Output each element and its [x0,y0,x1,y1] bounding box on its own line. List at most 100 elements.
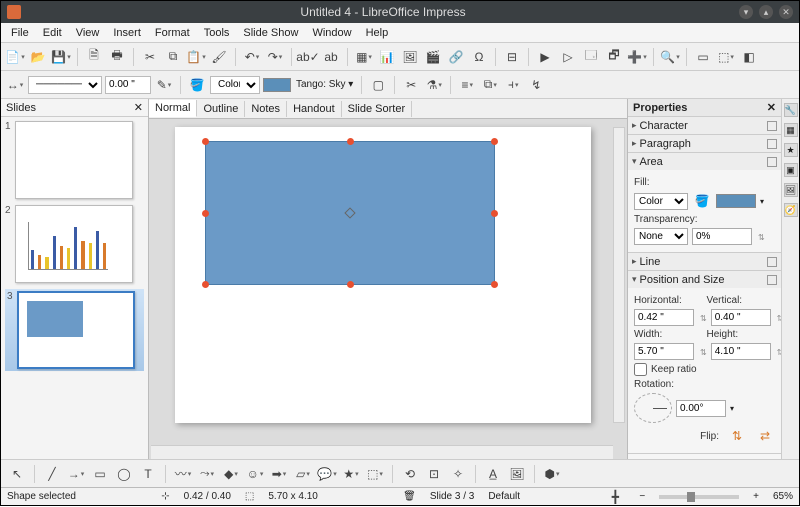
line-tool[interactable]: ╱ [42,464,62,484]
start-show-button[interactable]: ▶ [535,47,555,67]
fill-color-swatch[interactable] [716,194,756,208]
resize-handle[interactable] [202,210,209,217]
start-current-button[interactable]: ▷ [558,47,578,67]
display-views-button[interactable]: ▭ [693,47,713,67]
minimize-button[interactable]: ▾ [739,5,753,19]
shadow-toggle[interactable]: ▢ [368,75,388,95]
slides-panel-close[interactable]: ✕ [134,101,143,114]
section-paragraph[interactable]: ▸Paragraph [628,135,781,152]
tab-outline[interactable]: Outline [197,101,245,117]
section-character[interactable]: ▸Character [628,117,781,134]
3d-button[interactable]: ⬚ [716,47,736,67]
sidebar-navigator-icon[interactable]: 🧭 [784,203,798,217]
tab-normal[interactable]: Normal [149,100,197,117]
crop-button[interactable]: ✂ [401,75,421,95]
redo-button[interactable]: ↷ [265,47,285,67]
section-line[interactable]: ▸Line [628,253,781,270]
new-button[interactable]: 📄 [5,47,25,67]
resize-handle[interactable] [202,281,209,288]
close-button[interactable]: ✕ [779,5,793,19]
menu-edit[interactable]: Edit [37,25,68,41]
paste-button[interactable]: 📋 [186,47,206,67]
rectangle-tool[interactable]: ▭ [90,464,110,484]
menu-file[interactable]: File [5,25,35,41]
pos-vertical[interactable] [711,309,771,326]
stars-tool[interactable]: ★ [341,464,361,484]
text-tool[interactable]: T [138,464,158,484]
flip-horizontal-button[interactable]: ⇄ [755,426,775,446]
zoom-value[interactable]: 65% [773,491,793,502]
fontwork-tool[interactable]: A̲ [483,464,503,484]
menu-view[interactable]: View [70,25,106,41]
clone-formatting-button[interactable]: 🖌 [209,47,229,67]
basic-shapes-tool[interactable]: ◆ [221,464,241,484]
select-tool[interactable]: ↖ [7,464,27,484]
arrange-button[interactable]: ⧉ [480,75,500,95]
insert-image-tool[interactable]: 🖼 [507,464,527,484]
tab-handout[interactable]: Handout [287,101,342,117]
resize-handle[interactable] [491,281,498,288]
sidebar-animation-icon[interactable]: ★ [784,143,798,157]
resize-handle[interactable] [491,138,498,145]
hyperlink-button[interactable]: 🔗 [446,47,466,67]
horizontal-scrollbar[interactable] [151,445,613,459]
menu-window[interactable]: Window [306,25,357,41]
slide-thumb-2[interactable]: 2 [5,205,144,283]
cut-button[interactable]: ✂ [140,47,160,67]
section-area[interactable]: ▾Area [628,153,781,170]
fill-bucket-icon[interactable]: 🪣 [692,191,712,211]
resize-handle[interactable] [347,281,354,288]
export-pdf-button[interactable]: 🗎 [84,47,104,67]
ellipse-tool[interactable]: ◯ [114,464,134,484]
properties-close[interactable]: ✕ [767,101,776,114]
open-button[interactable]: 📂 [28,47,48,67]
line-width-field[interactable] [105,76,151,94]
selected-rectangle-shape[interactable] [205,141,495,285]
media-button[interactable]: 🎬 [423,47,443,67]
resize-handle[interactable] [491,210,498,217]
autospell-button[interactable]: ab [321,47,341,67]
menu-insert[interactable]: Insert [107,25,147,41]
chart-button[interactable]: 📊 [377,47,397,67]
sidebar-master-icon[interactable]: ▦ [784,123,798,137]
sidebar-gallery-icon[interactable]: 🖼 [784,183,798,197]
curve-tool[interactable]: 〰 [173,464,193,484]
center-handle[interactable] [344,207,355,218]
menu-slideshow[interactable]: Slide Show [237,25,304,41]
vertical-scrollbar[interactable] [613,127,625,423]
rotation-dial[interactable] [634,393,672,423]
sidebar-properties-icon[interactable]: 🔧 [784,103,798,117]
line-arrow-tool[interactable]: → [66,464,86,484]
size-width[interactable] [634,343,694,360]
menu-help[interactable]: Help [360,25,395,41]
sidebar-transition-icon[interactable]: ▣ [784,163,798,177]
transparency-value[interactable] [692,228,752,245]
pos-horizontal[interactable] [634,309,694,326]
block-arrows-tool[interactable]: ➡ [269,464,289,484]
spellcheck-button[interactable]: ab✓ [298,47,318,67]
callouts-tool[interactable]: 💬 [317,464,337,484]
transparency-mode-select[interactable]: None [634,228,688,245]
resize-handle[interactable] [347,138,354,145]
new-slide-button[interactable]: ➕ [627,47,647,67]
size-height[interactable] [711,343,771,360]
tab-notes[interactable]: Notes [245,101,287,117]
filter-button[interactable]: ⚗ [424,75,444,95]
zoom-button[interactable]: 🔍 [660,47,680,67]
fill-mode-select[interactable]: Color [634,193,688,210]
section-pos-size[interactable]: ▾Position and Size [628,271,781,288]
flowchart-tool[interactable]: ▱ [293,464,313,484]
slide-master-button[interactable]: 🗗 [604,47,624,67]
rotate-tool[interactable]: ⟲ [400,464,420,484]
slide-layout-button[interactable]: 🗔 [581,47,601,67]
resize-handle[interactable] [202,138,209,145]
distribute-button[interactable]: ⫞ [503,75,523,95]
points-tool[interactable]: ⊡ [424,464,444,484]
flip-vertical-button[interactable]: ⇅ [727,426,747,446]
rotation-value[interactable] [676,400,726,417]
undo-button[interactable]: ↶ [242,47,262,67]
slide-thumb-3[interactable]: 3 [5,289,144,371]
fill-bucket-icon[interactable]: 🪣 [187,75,207,95]
menu-format[interactable]: Format [149,25,196,41]
fill-color-swatch[interactable] [263,78,291,92]
